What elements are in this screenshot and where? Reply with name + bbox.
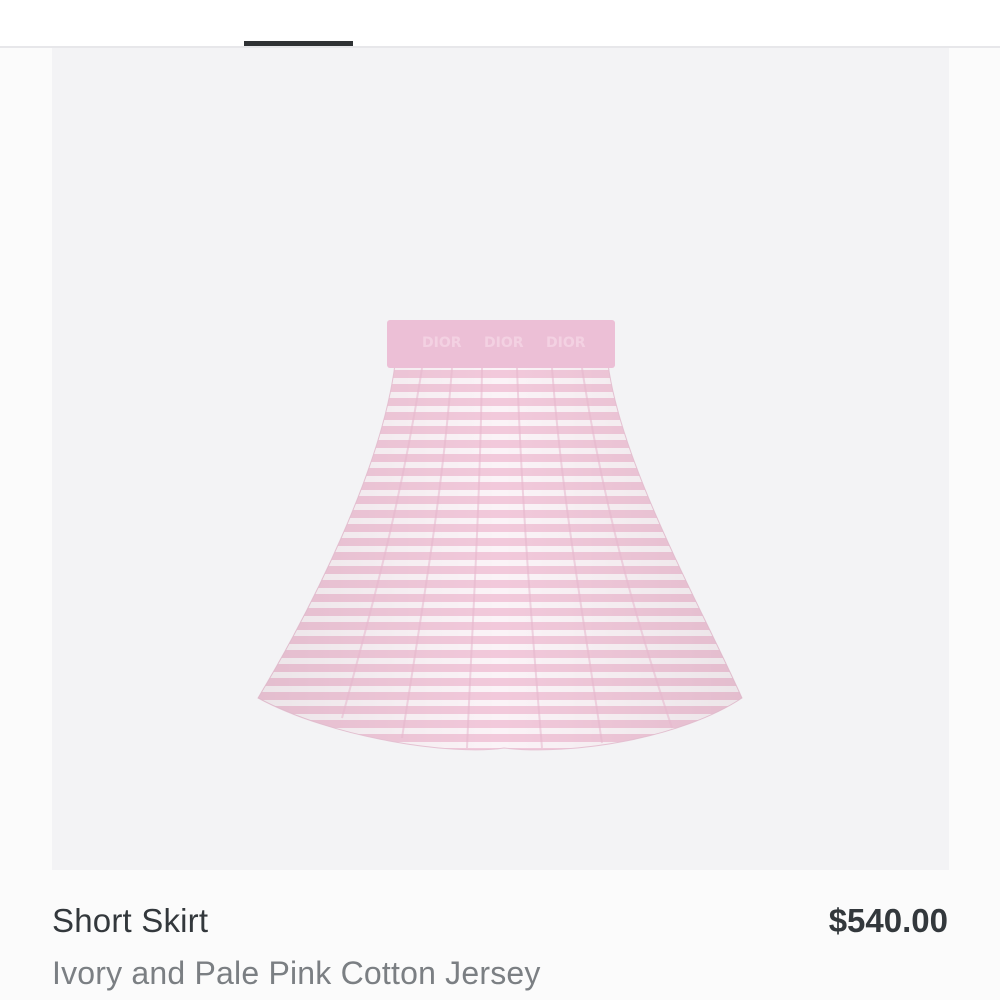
product-title: Short Skirt [52,902,209,939]
skirt-image: DIOR DIOR DIOR [257,320,743,751]
top-bar [0,0,1000,46]
waistband-text: DIOR DIOR DIOR [422,335,586,351]
product-subtitle: Ivory and Pale Pink Cotton Jersey [52,955,541,991]
product-price: $540.00 [828,902,948,939]
svg-text:DIOR: DIOR [484,335,524,351]
svg-text:DIOR: DIOR [422,335,462,351]
svg-text:DIOR: DIOR [546,335,586,351]
product-image-panel[interactable]: DIOR DIOR DIOR [52,48,949,870]
active-tab-indicator[interactable] [244,41,353,46]
